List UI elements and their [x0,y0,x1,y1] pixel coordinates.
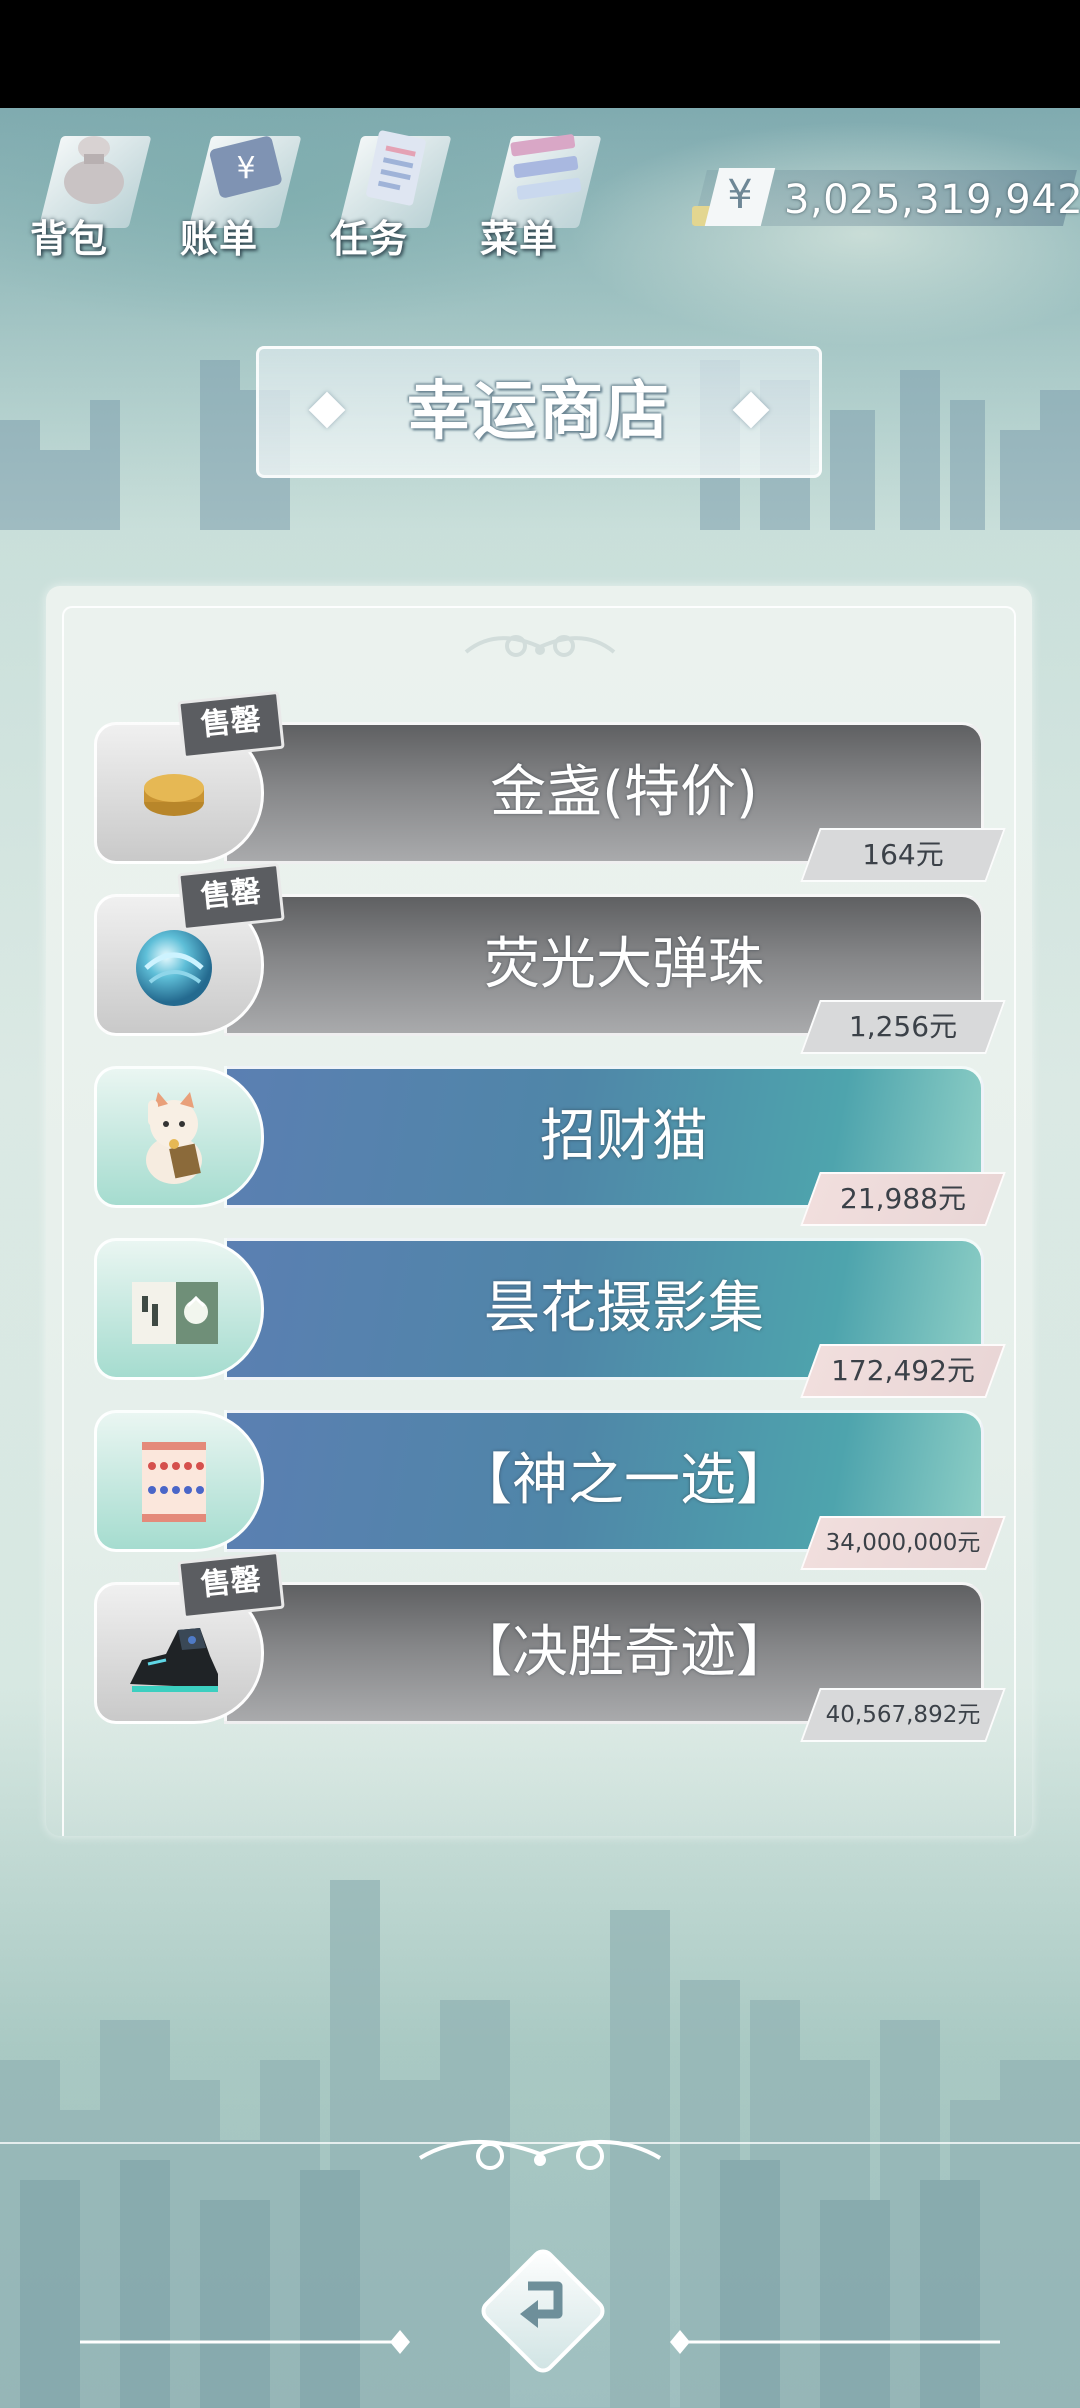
item-price: 34,000,000元 [825,1530,981,1556]
sold-out-label: 售罄 [199,873,263,916]
back-button[interactable] [468,2236,618,2386]
yen-icon: ¥ [727,172,753,218]
item-price: 1,256元 [848,1010,958,1043]
photo-book-icon [132,1282,218,1344]
sold-out-label: 售罄 [199,1561,263,1604]
shop-item-row[interactable]: 招财猫 21,988元 [94,1066,1006,1226]
bill-icon: ¥ [209,136,282,198]
item-price: 164元 [862,838,944,871]
item-price: 40,567,892元 [825,1702,981,1728]
shop-item-row[interactable]: 荧光大弹珠 1,256元 售罄 [94,862,1006,1054]
menu-bill-label: 账单 [180,217,259,261]
shop-item-row[interactable]: 金盏(特价) 164元 售罄 [94,690,1006,882]
page-title: 幸运商店 [407,375,671,449]
menu-icon [510,134,582,200]
lucky-cat-icon [146,1092,202,1184]
status-bar [0,0,1080,108]
menu-bill-button[interactable]: ¥ 账单 [180,118,302,261]
shop-item-row[interactable]: 昙花摄影集 172,492元 [94,1238,1006,1398]
scroll-ornament-top [464,635,616,657]
menu-task-button[interactable]: 任务 [330,118,452,261]
scroll-ornament-bottom [418,2140,662,2170]
svg-text:¥: ¥ [236,151,255,186]
item-price: 172,492元 [831,1354,975,1387]
bag-icon [64,136,124,204]
decorative-line-right [670,2330,1000,2354]
menu-menu-label: 菜单 [480,217,559,261]
task-icon [366,130,426,206]
item-price: 21,988元 [840,1182,966,1215]
menu-task-label: 任务 [330,217,409,261]
shop-item-row[interactable]: 【神之一选】 34,000,000元 [94,1410,1006,1570]
menu-bag-button[interactable]: 背包 [30,118,152,261]
menu-menu-button[interactable]: 菜单 [480,118,602,261]
shop-item-row[interactable]: 【决胜奇迹】 40,567,892元 售罄 [94,1550,1006,1742]
sold-out-label: 售罄 [199,701,263,744]
decorative-line-left [80,2330,410,2354]
currency-value: 3,025,319,942 [784,177,1080,223]
menu-bag-label: 背包 [30,217,109,261]
lottery-ticket-icon [142,1442,206,1522]
